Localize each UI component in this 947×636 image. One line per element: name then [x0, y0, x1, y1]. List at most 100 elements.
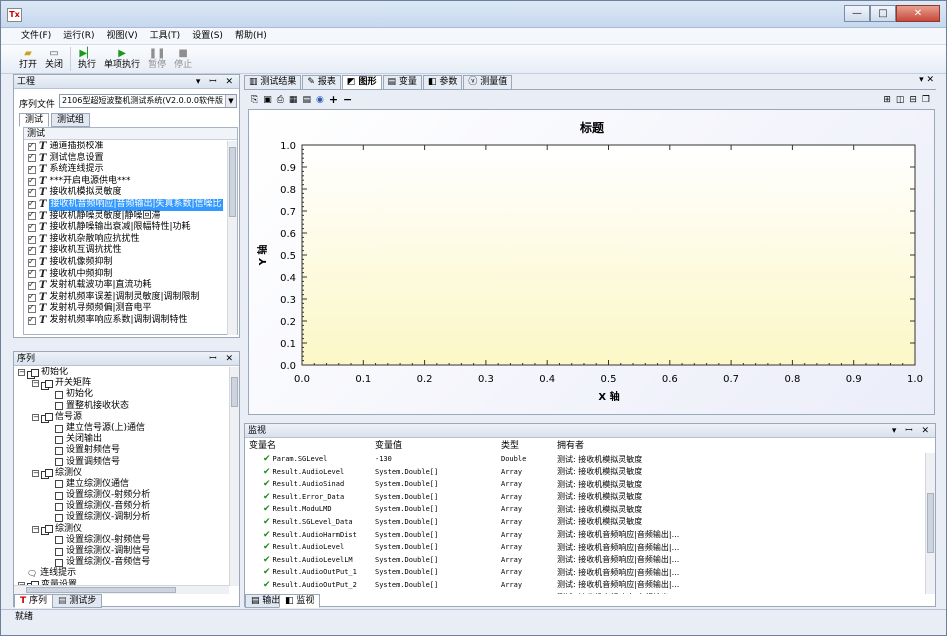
test-item[interactable]: T通道插损校准	[26, 141, 227, 153]
sequence-node[interactable]: 🗨 连线提示	[18, 568, 229, 579]
sequence-node[interactable]: 初始化	[18, 389, 229, 400]
collapse-icon[interactable]: −	[32, 413, 39, 421]
test-checkbox[interactable]	[28, 256, 36, 267]
tab-variables[interactable]: ▤ 变量	[382, 75, 422, 89]
test-checkbox[interactable]	[28, 244, 36, 256]
sequence-node[interactable]: 设置综测仪-音频信号	[18, 557, 229, 568]
close-file-button[interactable]: ▭ 关闭	[41, 45, 67, 71]
help-icon[interactable]: ◉	[314, 95, 326, 105]
test-item[interactable]: T接收机互调抗扰性	[26, 244, 227, 257]
sequence-node[interactable]: − 信号源	[18, 412, 229, 424]
table-row[interactable]: ✔ Result.AudioHarmDist System.Double[] Arra…	[249, 529, 923, 542]
menu-settings[interactable]: 设置(S)	[186, 28, 229, 44]
test-item[interactable]: T接收机杂散响应抗扰性	[26, 233, 227, 246]
collapse-icon[interactable]: −	[32, 380, 39, 388]
test-checkbox[interactable]	[28, 233, 36, 244]
test-item[interactable]: T接收机像频抑制	[26, 256, 227, 269]
table-row[interactable]: ✔ Result.AudioLevelLM System.Double[] Array…	[249, 554, 923, 567]
column-owner[interactable]: 拥有者	[557, 440, 584, 452]
zoom-in-icon[interactable]: +	[327, 93, 340, 106]
sequence-node[interactable]: 设置射频信号	[18, 445, 229, 456]
sequence-node[interactable]: 关闭输出	[18, 434, 229, 445]
pin-icon[interactable]: ꟷ ✕	[209, 352, 236, 366]
sequence-node[interactable]: 设置综测仪-音频分析	[18, 501, 229, 512]
sequence-node[interactable]: 设置综测仪-射频信号	[18, 535, 229, 546]
doc-close-icon[interactable]: ▾ ✕	[919, 75, 934, 85]
test-checkbox[interactable]	[28, 186, 36, 198]
properties-icon[interactable]: ▦	[287, 95, 300, 105]
table-row[interactable]: ✔ Result.Error_Data System.Double[] Array 测试…	[249, 491, 923, 504]
test-checkbox[interactable]	[28, 267, 36, 279]
seq-file-select[interactable]: 2106型超短波整机测试系统(V2.0.0.0软件版 ▼	[59, 94, 237, 108]
test-item[interactable]: T接收机静噪输出衰减|限幅特性|功耗	[26, 221, 227, 234]
scroll-thumb[interactable]	[927, 493, 934, 553]
test-checkbox[interactable]	[28, 163, 36, 175]
test-item[interactable]: T接收机中频抑制	[26, 267, 227, 281]
test-item[interactable]: T接收机静噪灵敏度|静噪回滞	[26, 209, 227, 223]
test-checkbox[interactable]	[28, 302, 36, 314]
sequence-node[interactable]: − 综测仪	[18, 524, 229, 536]
test-checkbox[interactable]	[28, 314, 36, 325]
layout-single-icon[interactable]: ❐	[920, 95, 932, 105]
copy-icon[interactable]: ⎘	[249, 95, 260, 105]
tab-parameters[interactable]: ◧ 参数	[422, 75, 463, 89]
layout-grid-icon[interactable]: ⊞	[881, 95, 893, 105]
table-row[interactable]: ✔ Result.AudioSinad System.Double[] Array 测试…	[249, 478, 923, 491]
menu-file[interactable]: 文件(F)	[15, 28, 57, 44]
test-item[interactable]: T发射机频率误差|调制灵敏度|调制限制	[26, 291, 227, 304]
pause-button[interactable]: ❚❚ 暂停	[144, 45, 170, 71]
menu-tools[interactable]: 工具(T)	[144, 28, 187, 44]
test-item[interactable]: T接收机模拟灵敏度	[26, 186, 227, 199]
menu-help[interactable]: 帮助(H)	[229, 28, 273, 44]
save-icon[interactable]: ▣	[261, 95, 274, 105]
test-checkbox[interactable]	[28, 151, 36, 163]
sequence-hscrollbar[interactable]	[14, 585, 229, 594]
test-item[interactable]: T发射机寻频频偏|测音电平	[26, 302, 227, 315]
test-item[interactable]: T发射机频率响应系数|调制调制特性	[26, 314, 227, 327]
table-row[interactable]: ✔ Result.SGLevel_Data System.Double[] Array…	[249, 516, 923, 529]
test-checkbox[interactable]	[28, 279, 36, 291]
scroll-thumb[interactable]	[229, 147, 236, 217]
test-checkbox[interactable]	[28, 221, 36, 233]
tab-graph[interactable]: ◩ 图形	[341, 75, 382, 89]
sequence-node[interactable]: 设置综测仪-调制信号	[18, 546, 229, 557]
execute-button[interactable]: ▶▏ 执行	[74, 45, 100, 71]
test-item[interactable]: T系统连线提示	[26, 163, 227, 176]
tab-test-steps[interactable]: ▤ 测试步	[52, 594, 103, 608]
test-item[interactable]: T接收机音频响应|音频输出|失真系数|信噪比	[26, 198, 227, 211]
menu-run[interactable]: 运行(R)	[57, 28, 100, 44]
column-type[interactable]: 类型	[501, 440, 519, 452]
sequence-scrollbar[interactable]	[229, 367, 239, 586]
table-row[interactable]: ✔Result.AudioOutPut_3System.Double[]Arra…	[249, 592, 923, 594]
tab-test-results[interactable]: ▥ 测试结果	[244, 75, 302, 89]
monitor-scrollbar[interactable]	[925, 453, 935, 594]
chevron-down-icon[interactable]: ▼	[225, 95, 236, 107]
collapse-icon[interactable]: −	[18, 369, 25, 377]
table-row[interactable]: ✔ Param.SGLevel -130 Double 测试: 接收机模拟灵敏度	[249, 453, 923, 466]
sequence-node[interactable]: 建立综测仪通信	[18, 479, 229, 490]
collapse-icon[interactable]: −	[32, 525, 39, 533]
column-variable-value[interactable]: 变量值	[375, 440, 402, 452]
scroll-thumb[interactable]	[231, 377, 238, 407]
test-checkbox[interactable]	[28, 209, 36, 221]
layout-vsplit-icon[interactable]: ◫	[894, 95, 907, 105]
table-row[interactable]: ✔ Result.ModuLMD System.Double[] Array 测试: 接…	[249, 503, 923, 516]
test-list-scrollbar[interactable]	[227, 141, 237, 335]
pin-icon[interactable]: ▾ ꟷ ✕	[196, 75, 236, 89]
stop-button[interactable]: ■ 停止	[170, 45, 196, 71]
sequence-node[interactable]: − 开关矩阵	[18, 378, 229, 390]
tab-sequence[interactable]: T 序列	[14, 594, 54, 608]
test-item[interactable]: T测试信息设置	[26, 151, 227, 165]
sequence-node[interactable]: 建立信号源(上)通信	[18, 423, 229, 434]
table-row[interactable]: ✔ Result.AudioLevel System.Double[] Array 测试…	[249, 541, 923, 554]
sequence-node[interactable]: − 综测仪	[18, 468, 229, 480]
pin-icon[interactable]: ▾ ꟷ ✕	[892, 424, 932, 438]
test-checkbox[interactable]	[28, 175, 36, 186]
test-item[interactable]: T发射机载波功率|直流功耗	[26, 279, 227, 292]
table-row[interactable]: ✔ Result.AudioOutPut_2 System.Double[] Arra…	[249, 579, 923, 592]
test-checkbox[interactable]	[28, 141, 36, 151]
tab-tests[interactable]: 测试	[19, 113, 50, 127]
menu-view[interactable]: 视图(V)	[100, 28, 143, 44]
tab-monitor[interactable]: ◧ 监视	[279, 594, 321, 608]
sequence-node[interactable]: 设置综测仪-调制分析	[18, 512, 229, 523]
